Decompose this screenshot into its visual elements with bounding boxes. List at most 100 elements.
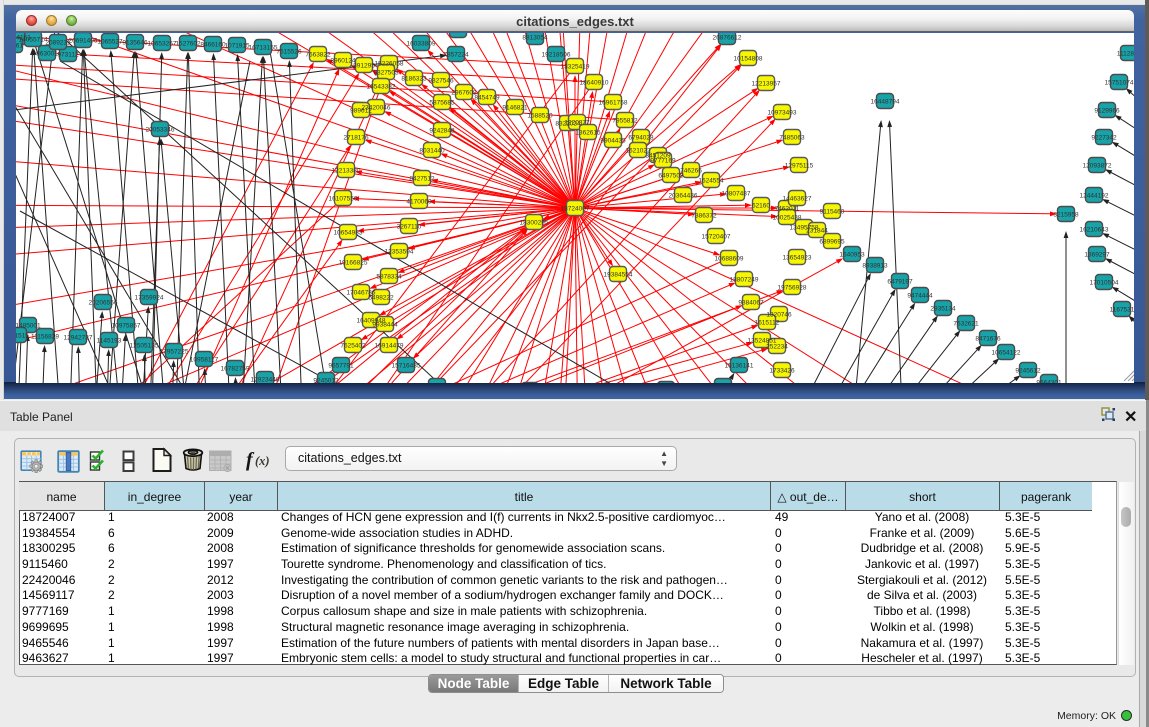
svg-text:3267110: 3267110 xyxy=(397,223,422,230)
svg-text:7462011: 7462011 xyxy=(775,205,800,212)
svg-text:9474444: 9474444 xyxy=(907,292,933,299)
svg-text:1527602: 1527602 xyxy=(175,40,201,47)
svg-text:11156829: 11156829 xyxy=(31,333,59,340)
svg-text:10807487: 10807487 xyxy=(722,190,751,197)
svg-text:17010504: 17010504 xyxy=(1090,279,1119,286)
svg-text:9327503: 9327503 xyxy=(373,69,399,76)
svg-text:20691406: 20691406 xyxy=(69,37,98,44)
svg-text:7955812: 7955812 xyxy=(612,117,638,124)
svg-text:963001: 963001 xyxy=(36,50,58,57)
svg-text:9135646: 9135646 xyxy=(122,39,148,46)
svg-text:5878334: 5878334 xyxy=(376,273,402,280)
svg-text:1624554: 1624554 xyxy=(698,177,724,184)
svg-text:20053346: 20053346 xyxy=(146,126,175,133)
svg-text:391515: 391515 xyxy=(16,332,29,339)
svg-text:1369297: 1369297 xyxy=(1084,251,1110,258)
svg-text:4170060: 4170060 xyxy=(406,198,432,205)
svg-text:8186323: 8186323 xyxy=(401,75,427,82)
svg-text:(x): (x) xyxy=(255,454,270,468)
svg-text:9245012: 9245012 xyxy=(313,377,339,383)
svg-text:10654122: 10654122 xyxy=(992,349,1021,356)
svg-text:8813054: 8813054 xyxy=(522,34,548,41)
svg-text:16914479: 16914479 xyxy=(375,342,404,349)
svg-text:10958117: 10958117 xyxy=(190,356,219,363)
svg-text:5875685: 5875685 xyxy=(429,99,455,106)
svg-text:1071915: 1071915 xyxy=(224,42,250,49)
svg-text:26876612: 26876612 xyxy=(713,34,742,41)
svg-text:16543382: 16543382 xyxy=(367,83,396,90)
svg-text:19756928: 19756928 xyxy=(778,284,807,291)
svg-text:9245612: 9245612 xyxy=(1015,367,1041,374)
svg-text:15136141: 15136141 xyxy=(725,362,754,369)
svg-text:3215958: 3215958 xyxy=(1053,211,1079,218)
svg-text:16448794: 16448794 xyxy=(871,98,900,105)
svg-text:10654983: 10654983 xyxy=(334,229,363,236)
svg-text:9657791: 9657791 xyxy=(328,362,354,369)
svg-text:12353594: 12353594 xyxy=(385,248,414,255)
svg-text:10975857: 10975857 xyxy=(112,322,141,329)
svg-text:17957225: 17957225 xyxy=(160,348,189,355)
svg-text:16210643: 16210643 xyxy=(1080,226,1109,233)
svg-text:7632621: 7632621 xyxy=(953,320,979,327)
svg-text:9327546: 9327546 xyxy=(428,77,454,84)
svg-text:1588520: 1588520 xyxy=(527,112,553,119)
svg-text:16961758: 16961758 xyxy=(599,99,628,106)
svg-text:17359924: 17359924 xyxy=(135,294,164,301)
svg-text:9115460: 9115460 xyxy=(820,208,845,215)
svg-text:8471676: 8471676 xyxy=(975,335,1001,342)
svg-text:13325419: 13325419 xyxy=(561,63,590,70)
svg-text:12213380: 12213380 xyxy=(332,167,361,174)
svg-text:1615112: 1615112 xyxy=(755,319,780,326)
svg-text:5498222: 5498222 xyxy=(368,294,394,301)
svg-text:12213957: 12213957 xyxy=(752,80,781,87)
svg-text:14463627: 14463627 xyxy=(783,195,812,202)
svg-text:252234: 252234 xyxy=(766,343,788,350)
svg-text:15716485: 15716485 xyxy=(392,362,421,369)
svg-text:12444192: 12444192 xyxy=(1080,192,1109,199)
svg-text:12923448: 12923448 xyxy=(251,376,280,383)
svg-text:19384554: 19384554 xyxy=(604,271,633,278)
svg-text:10154808: 10154808 xyxy=(734,55,763,62)
svg-text:1873104: 1873104 xyxy=(445,33,471,34)
svg-text:13654923: 13654923 xyxy=(783,254,812,261)
svg-text:16782759: 16782759 xyxy=(221,365,250,372)
svg-text:6794028: 6794028 xyxy=(628,134,654,141)
svg-text:8466160: 8466160 xyxy=(200,41,226,48)
svg-text:1640953: 1640953 xyxy=(839,251,865,258)
svg-text:8031440: 8031440 xyxy=(419,147,445,154)
svg-text:1733426: 1733426 xyxy=(769,367,795,374)
svg-text:16033809: 16033809 xyxy=(407,40,436,47)
svg-text:9384067: 9384067 xyxy=(738,299,764,306)
svg-text:6899695: 6899695 xyxy=(819,238,845,245)
svg-text:12975115: 12975115 xyxy=(785,162,814,169)
svg-text:18724007: 18724007 xyxy=(561,205,590,212)
svg-text:7857224: 7857224 xyxy=(443,51,469,58)
svg-text:20364436: 20364436 xyxy=(669,192,698,199)
svg-text:891295: 891295 xyxy=(353,62,375,69)
svg-text:20206556: 20206556 xyxy=(89,299,118,306)
svg-text:9777169: 9777169 xyxy=(650,157,676,164)
svg-text:1220377: 1220377 xyxy=(564,119,590,126)
svg-text:8454749: 8454749 xyxy=(474,94,500,101)
svg-text:973112: 973112 xyxy=(57,51,79,58)
svg-text:62160: 62160 xyxy=(752,202,770,209)
svg-text:15751074: 15751074 xyxy=(1105,79,1134,86)
svg-text:10653267: 10653267 xyxy=(148,40,177,47)
svg-text:12505135: 12505135 xyxy=(130,342,159,349)
svg-text:18640910: 18640910 xyxy=(580,79,609,86)
svg-text:12942737: 12942737 xyxy=(64,334,93,341)
svg-text:1112840: 1112840 xyxy=(1117,50,1134,57)
svg-text:8427512: 8427512 xyxy=(409,175,435,182)
svg-text:6497508: 6497508 xyxy=(658,172,684,179)
svg-text:10688609: 10688609 xyxy=(715,255,744,262)
svg-text:7515526: 7515526 xyxy=(276,48,302,55)
svg-text:1485001: 1485001 xyxy=(16,322,41,329)
svg-text:15720407: 15720407 xyxy=(702,233,731,240)
svg-text:2935134: 2935134 xyxy=(930,305,956,312)
svg-text:18300295: 18300295 xyxy=(520,219,549,226)
svg-text:40361: 40361 xyxy=(16,42,23,49)
svg-text:1167531: 1167531 xyxy=(1110,306,1134,313)
svg-text:7386372: 7386372 xyxy=(691,212,717,219)
svg-text:231844: 231844 xyxy=(806,227,828,234)
svg-text:989612: 989612 xyxy=(350,107,372,114)
